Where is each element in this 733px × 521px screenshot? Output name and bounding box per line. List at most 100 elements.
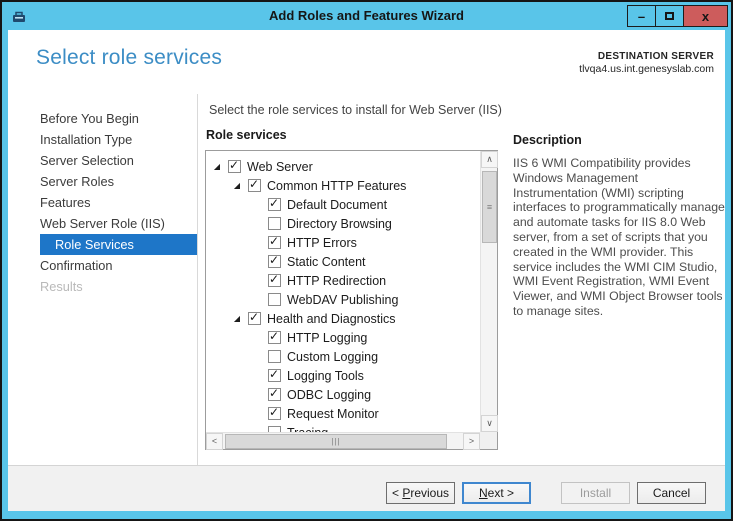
sidebar-item-results: Results bbox=[40, 279, 83, 294]
role-services-listbox: ◢ ✓ Web Server ◢ ✓ Common HTTP Features ✓ Defau… bbox=[205, 150, 498, 450]
window-title: Add Roles and Features Wizard bbox=[269, 8, 464, 23]
wizard-window: Add Roles and Features Wizard – x Select … bbox=[0, 0, 733, 521]
check-icon: ✓ bbox=[269, 329, 280, 343]
close-icon: x bbox=[701, 8, 710, 24]
install-button: Install bbox=[561, 482, 630, 504]
checkbox-request-monitor[interactable]: ✓ bbox=[268, 405, 281, 420]
tree-label: Default Document bbox=[287, 197, 388, 212]
role-services-tree: ◢ ✓ Web Server ◢ ✓ Common HTTP Features ✓ Defau… bbox=[206, 151, 480, 432]
check-icon: ✓ bbox=[269, 367, 280, 381]
tree-row-common-http-features[interactable]: ◢ ✓ Common HTTP Features bbox=[230, 176, 480, 195]
checkbox-common-http-features[interactable]: ✓ bbox=[248, 177, 261, 192]
window-controls: – x bbox=[627, 5, 728, 27]
sidebar-item-features[interactable]: Features bbox=[40, 192, 197, 213]
checkbox-custom-logging[interactable] bbox=[268, 350, 281, 363]
tree-row-custom-logging[interactable]: Custom Logging bbox=[250, 347, 480, 366]
title-bar[interactable]: Add Roles and Features Wizard – x bbox=[2, 2, 731, 30]
description-heading: Description bbox=[513, 133, 582, 147]
scroll-down-icon[interactable]: ∨ bbox=[481, 415, 498, 432]
tree-row-odbc-logging[interactable]: ✓ ODBC Logging bbox=[250, 385, 480, 404]
checkbox-http-errors[interactable]: ✓ bbox=[268, 234, 281, 249]
scroll-up-icon[interactable]: ∧ bbox=[481, 151, 498, 168]
tree-label: Logging Tools bbox=[287, 368, 364, 383]
footer-buttons: < Previous Next > Install Cancel bbox=[379, 482, 706, 504]
role-services-list-label: Role services bbox=[206, 128, 287, 142]
checkbox-logging-tools[interactable]: ✓ bbox=[268, 367, 281, 382]
scrollbar-corner bbox=[480, 432, 497, 449]
instruction-text: Select the role services to install for … bbox=[209, 103, 502, 117]
checkbox-default-document[interactable]: ✓ bbox=[268, 196, 281, 211]
tree-row-directory-browsing[interactable]: Directory Browsing bbox=[250, 214, 480, 233]
tree-label: HTTP Errors bbox=[287, 235, 357, 250]
scroll-right-icon[interactable]: > bbox=[463, 433, 480, 450]
tree-label: ODBC Logging bbox=[287, 387, 372, 402]
tree-row-tracing[interactable]: Tracing bbox=[250, 423, 480, 432]
tree-label: HTTP Logging bbox=[287, 330, 368, 345]
tree-row-logging-tools[interactable]: ✓ Logging Tools bbox=[250, 366, 480, 385]
tree-row-default-document[interactable]: ✓ Default Document bbox=[250, 195, 480, 214]
check-icon: ✓ bbox=[229, 158, 240, 172]
tree-row-http-redirection[interactable]: ✓ HTTP Redirection bbox=[250, 271, 480, 290]
expander-icon[interactable]: ◢ bbox=[230, 309, 244, 328]
checkbox-http-redirection[interactable]: ✓ bbox=[268, 272, 281, 287]
tree-row-http-errors[interactable]: ✓ HTTP Errors bbox=[250, 233, 480, 252]
check-icon: ✓ bbox=[269, 405, 280, 419]
tree-row-health-and-diagnostics[interactable]: ◢ ✓ Health and Diagnostics bbox=[230, 309, 480, 328]
check-icon: ✓ bbox=[269, 196, 280, 210]
horizontal-scrollbar[interactable]: < ||| > bbox=[206, 432, 480, 450]
scroll-left-icon[interactable]: < bbox=[206, 433, 223, 450]
expander-icon[interactable]: ◢ bbox=[210, 157, 224, 176]
tree-label: Directory Browsing bbox=[287, 216, 392, 231]
destination-server-name: tlvqa4.us.int.genesyslab.com bbox=[579, 63, 714, 75]
previous-button[interactable]: < Previous bbox=[386, 482, 455, 504]
tree-label: WebDAV Publishing bbox=[287, 292, 399, 307]
minimize-button[interactable]: – bbox=[627, 5, 656, 27]
tree-row-http-logging[interactable]: ✓ HTTP Logging bbox=[250, 328, 480, 347]
check-icon: ✓ bbox=[269, 253, 280, 267]
tree-label: Custom Logging bbox=[287, 349, 379, 364]
checkbox-odbc-logging[interactable]: ✓ bbox=[268, 386, 281, 401]
sidebar-item-server-roles[interactable]: Server Roles bbox=[40, 171, 197, 192]
description-panel: Description IIS 6 WMI Compatibility prov… bbox=[513, 133, 725, 319]
sidebar-item-web-server-role-iis[interactable]: Web Server Role (IIS) bbox=[40, 213, 197, 234]
check-icon: ✓ bbox=[269, 386, 280, 400]
sidebar-item-role-services[interactable]: Role Services bbox=[40, 234, 197, 255]
wizard-content: Before You Begin Installation Type Server … bbox=[8, 94, 725, 465]
cancel-button[interactable]: Cancel bbox=[637, 482, 706, 504]
sidebar-item-installation-type[interactable]: Installation Type bbox=[40, 129, 197, 150]
tree-label: Static Content bbox=[287, 254, 366, 269]
checkbox-http-logging[interactable]: ✓ bbox=[268, 329, 281, 344]
checkbox-webdav-publishing[interactable] bbox=[268, 293, 281, 306]
next-button[interactable]: Next > bbox=[462, 482, 531, 504]
tree-row-web-server[interactable]: ◢ ✓ Web Server bbox=[210, 157, 480, 176]
checkbox-static-content[interactable]: ✓ bbox=[268, 253, 281, 268]
checkbox-health-and-diagnostics[interactable]: ✓ bbox=[248, 310, 261, 325]
description-text: IIS 6 WMI Compatibility provides Windows… bbox=[513, 156, 725, 318]
maximize-icon bbox=[665, 12, 674, 20]
check-icon: ✓ bbox=[249, 177, 260, 191]
tree-label: Health and Diagnostics bbox=[267, 311, 396, 326]
checkbox-directory-browsing[interactable] bbox=[268, 217, 281, 230]
vertical-scroll-thumb[interactable]: ≡ bbox=[482, 171, 497, 243]
sidebar-item-server-selection[interactable]: Server Selection bbox=[40, 150, 197, 171]
destination-server-label: DESTINATION SERVER bbox=[597, 51, 714, 62]
check-icon: ✓ bbox=[249, 310, 260, 324]
tree-label: Web Server bbox=[247, 159, 313, 174]
tree-row-request-monitor[interactable]: ✓ Request Monitor bbox=[250, 404, 480, 423]
checkbox-web-server[interactable]: ✓ bbox=[228, 158, 241, 173]
horizontal-scroll-thumb[interactable]: ||| bbox=[225, 434, 447, 449]
tree-row-webdav-publishing[interactable]: WebDAV Publishing bbox=[250, 290, 480, 309]
sidebar-item-before-you-begin[interactable]: Before You Begin bbox=[40, 108, 197, 129]
minimize-icon: – bbox=[637, 8, 646, 24]
sidebar-item-confirmation[interactable]: Confirmation bbox=[40, 255, 197, 276]
close-button[interactable]: x bbox=[683, 5, 728, 27]
destination-server-block: DESTINATION SERVER tlvqa4.us.int.genesys… bbox=[579, 51, 714, 75]
maximize-button[interactable] bbox=[655, 5, 684, 27]
footer-bar: < Previous Next > Install Cancel bbox=[8, 465, 725, 511]
wizard-body: Select role services DESTINATION SERVER … bbox=[8, 30, 725, 511]
expander-icon[interactable]: ◢ bbox=[230, 176, 244, 195]
page-title: Select role services bbox=[36, 46, 223, 69]
tree-row-static-content[interactable]: ✓ Static Content bbox=[250, 252, 480, 271]
vertical-scrollbar[interactable]: ∧ ≡ ∨ bbox=[480, 151, 498, 432]
tree-label: Common HTTP Features bbox=[267, 178, 407, 193]
